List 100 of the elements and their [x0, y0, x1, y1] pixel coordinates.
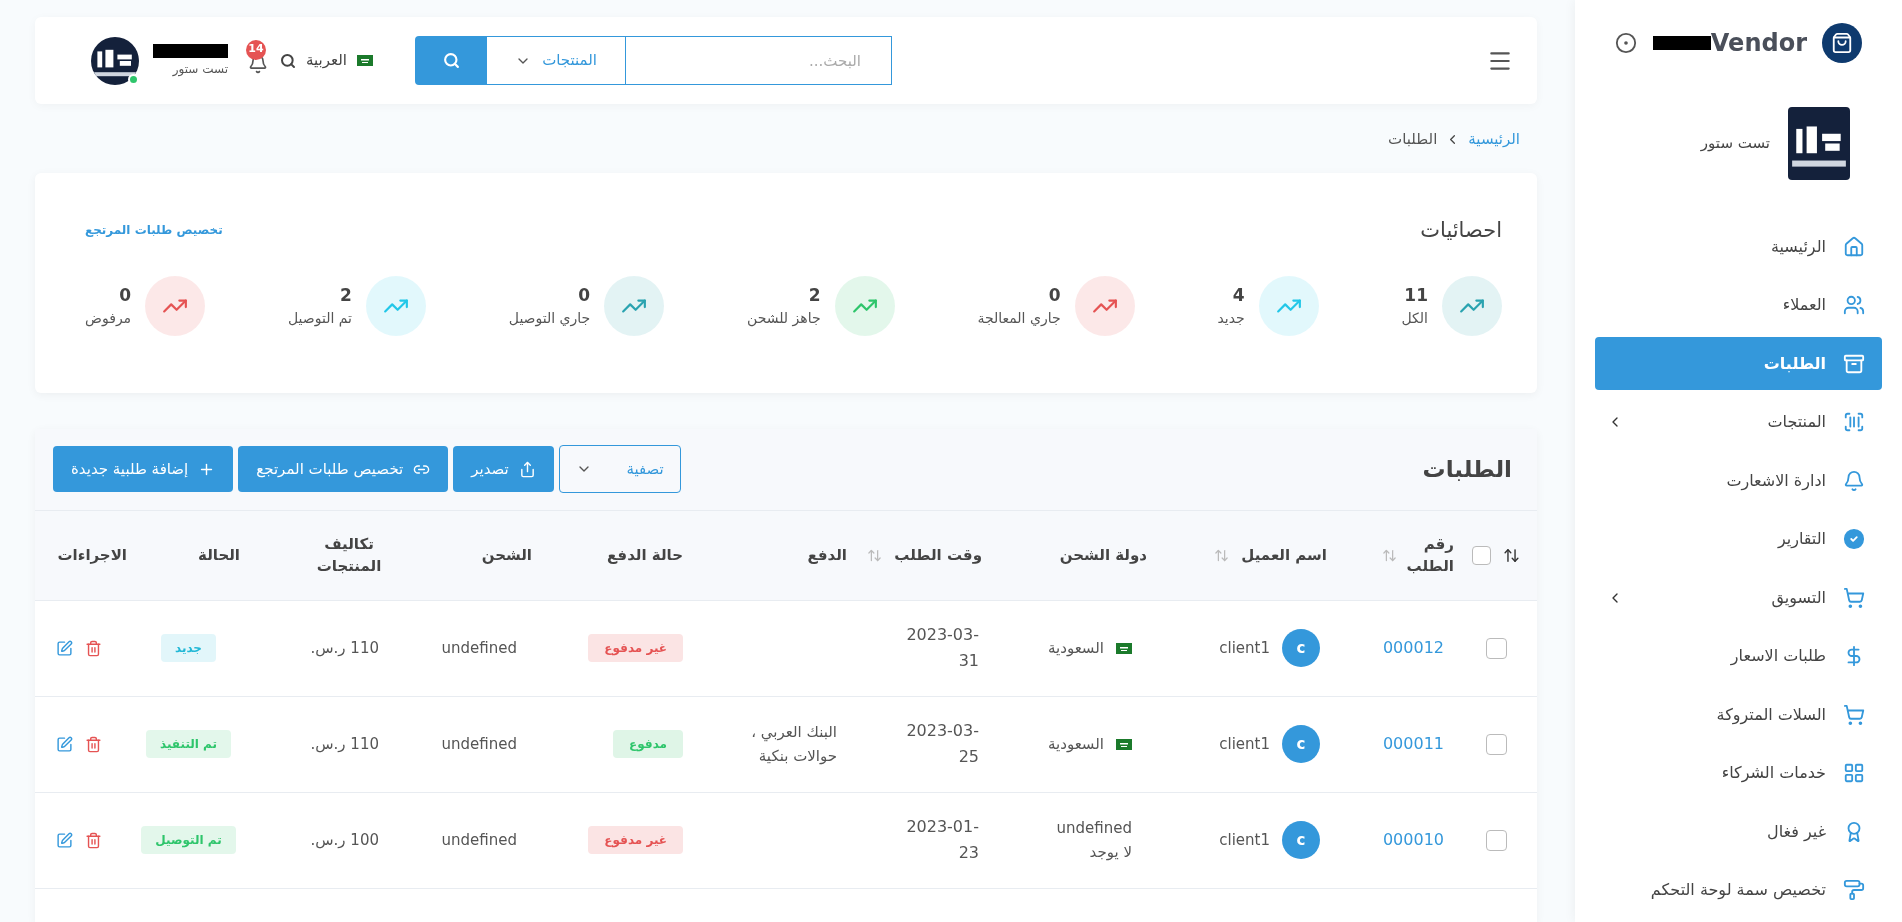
home-icon — [1843, 235, 1865, 258]
stat-label: مرفوض — [85, 309, 132, 329]
search-field[interactable]: البحث... — [625, 36, 892, 85]
payment-method: البنك العربي ، — [751, 722, 837, 744]
delete-icon[interactable] — [85, 831, 102, 849]
client-avatar: c — [1282, 821, 1320, 859]
sort-icon[interactable] — [1503, 546, 1520, 564]
order-time: 2023-03- — [906, 720, 979, 743]
stat-value: 2 — [808, 283, 821, 307]
flag-icon — [357, 55, 373, 66]
payment-status-tag: غير مدفوع — [588, 634, 683, 662]
sidebar-item[interactable]: خدمات الشركاء — [1595, 746, 1882, 800]
client-avatar: c — [1282, 629, 1320, 667]
sidebar-item[interactable]: ادارة الاشعارت — [1595, 454, 1882, 507]
sidebar-item-label: طلبات الاسعار — [1730, 645, 1826, 668]
sidebar-item[interactable]: العملاء — [1595, 278, 1882, 332]
search-icon — [442, 52, 460, 69]
stat-label: جاهز للشحن — [747, 309, 821, 329]
stat-value: 0 — [119, 283, 132, 307]
client-name: client1 — [1219, 637, 1270, 659]
column-header: تكاليف المنتجات — [315, 533, 383, 577]
shipping-value: undefined — [441, 734, 517, 753]
sidebar-item-label: السلات المتروكة — [1716, 703, 1826, 727]
cost-value: 110 ر.س. — [310, 638, 379, 657]
stat-value: 2 — [340, 283, 352, 307]
sidebar-item[interactable]: تخصيص سمة لوحة التحكم — [1595, 863, 1882, 917]
flag-icon — [1116, 738, 1132, 750]
stat-value: 0 — [1048, 283, 1061, 307]
country-name: السعودية — [1048, 638, 1104, 659]
edit-icon[interactable] — [56, 639, 73, 657]
cost-value: 110 ر.س. — [310, 734, 379, 753]
breadcrumb-current: الطلبات — [1388, 129, 1438, 150]
row-checkbox[interactable] — [1486, 733, 1507, 755]
status-tag: جديد — [161, 634, 216, 662]
country-name: لا يوجد — [1089, 842, 1132, 863]
select-all-checkbox[interactable] — [1472, 545, 1491, 565]
shipping-value: undefined — [441, 830, 517, 849]
stat-label: جاري التوصيل — [508, 309, 591, 329]
column-header: الدفع — [807, 544, 847, 566]
order-time: 2023-01- — [906, 816, 979, 839]
payment-status-tag: غير مدفوع — [588, 826, 683, 854]
client-name: client1 — [1219, 733, 1270, 755]
row-checkbox[interactable] — [1486, 829, 1507, 851]
stat-label: تم التوصيل — [287, 309, 352, 329]
store-name: تست ستور — [1700, 133, 1770, 155]
sidebar-item[interactable]: التسويق — [1595, 571, 1882, 624]
status-tag: تم التوصيل — [141, 826, 236, 854]
order-time: 31 — [958, 650, 979, 672]
order-time: 23 — [958, 842, 979, 864]
column-header[interactable]: وقت الطلب — [867, 543, 982, 567]
paint-roller-icon — [1843, 879, 1865, 901]
cart-icon — [1843, 586, 1865, 609]
column-header[interactable]: رقم الطلب — [1382, 532, 1454, 578]
delete-icon[interactable] — [85, 735, 102, 753]
search-button[interactable] — [415, 36, 487, 85]
column-header: الشحن — [481, 544, 532, 566]
sidebar-item[interactable]: غير فغال — [1595, 805, 1882, 858]
order-time: 25 — [958, 746, 979, 768]
shipping-value: undefined — [441, 638, 517, 657]
sidebar-item[interactable]: التقارير — [1595, 512, 1882, 566]
brand-name: Vendor — [1710, 27, 1807, 59]
check-circle-icon — [1843, 528, 1865, 550]
column-header: حالة الدفع — [607, 544, 683, 566]
column-header: دولة الشحن — [1059, 544, 1147, 566]
stats-title: احصائيات — [1420, 216, 1502, 244]
orders-title: الطلبات — [1422, 454, 1512, 484]
stat-value: 0 — [578, 283, 591, 307]
country-name: undefined — [1056, 818, 1132, 839]
column-header[interactable]: اسم العميل — [1214, 543, 1327, 567]
users-icon — [1843, 294, 1865, 316]
sort-icon — [1214, 547, 1230, 563]
sidebar-item[interactable]: الرئيسية — [1595, 220, 1882, 273]
notification-badge: 14 — [246, 39, 266, 60]
sidebar-item-label: المنتجات — [1767, 411, 1826, 433]
edit-icon[interactable] — [56, 735, 73, 753]
edit-icon[interactable] — [56, 831, 73, 849]
archive-icon — [1843, 352, 1865, 375]
client-name: client1 — [1219, 829, 1270, 851]
column-header: الحالة — [198, 544, 240, 566]
search-icon[interactable] — [280, 52, 296, 69]
country-name: السعودية — [1048, 734, 1104, 755]
sidebar-item-label: العملاء — [1782, 294, 1826, 316]
delete-icon[interactable] — [85, 639, 102, 657]
sidebar-item[interactable]: طلبات الاسعار — [1595, 629, 1882, 683]
sort-icon — [1382, 547, 1397, 563]
row-checkbox[interactable] — [1486, 637, 1507, 659]
sidebar-item[interactable]: المنتجات — [1595, 395, 1882, 449]
sidebar-item-label: ادارة الاشعارت — [1726, 469, 1826, 493]
payment-status-tag: مدفوع — [613, 730, 683, 758]
status-tag: تم التنفيذ — [146, 730, 231, 758]
cart-icon — [1843, 703, 1865, 726]
client-avatar: c — [1282, 725, 1320, 763]
payment-method: حوالات بنكية — [758, 746, 837, 767]
user-store-name: تست ستور — [172, 60, 228, 78]
sidebar-item-label: خدمات الشركاء — [1721, 762, 1826, 785]
language-selector[interactable]: العربية — [306, 49, 373, 72]
target-icon[interactable] — [1615, 31, 1637, 54]
sidebar-item[interactable]: السلات المتروكة — [1595, 688, 1882, 741]
stat-label: جاري المعالجة — [977, 309, 1061, 329]
bell-icon — [1843, 469, 1865, 492]
